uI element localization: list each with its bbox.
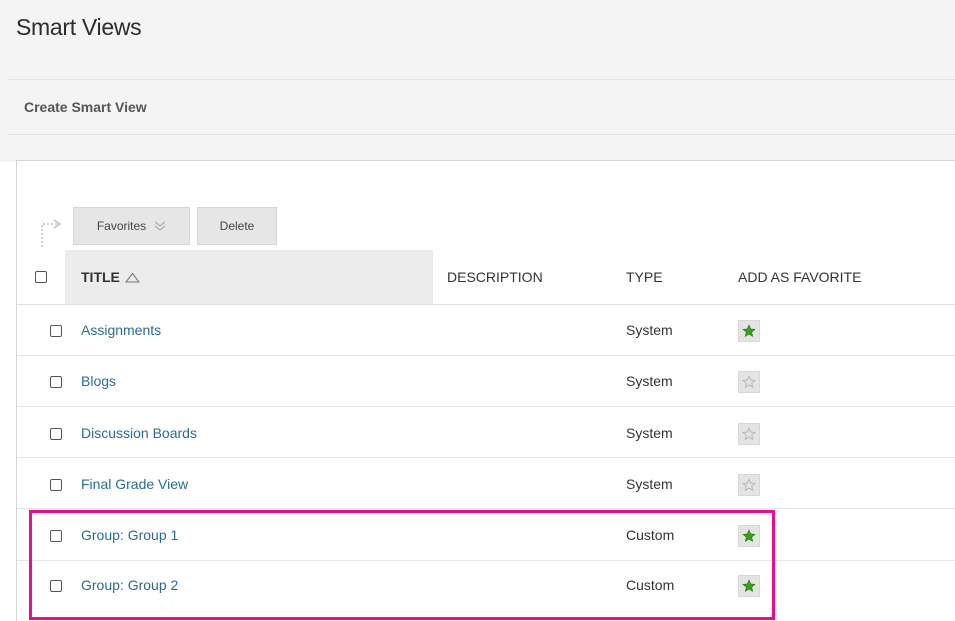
page-header-band	[0, 0, 955, 162]
favorite-toggle[interactable]	[738, 423, 760, 445]
header-divider	[17, 304, 955, 305]
page-title: Smart Views	[16, 14, 142, 40]
divider	[8, 79, 955, 80]
row-title-link[interactable]: Blogs	[81, 373, 116, 389]
row-type: System	[626, 373, 673, 389]
row-type: System	[626, 322, 673, 338]
star-icon	[742, 375, 756, 389]
custom-views-highlight	[29, 510, 775, 620]
favorites-button-label: Favorites	[96, 219, 147, 233]
row-type: System	[626, 476, 673, 492]
favorite-toggle[interactable]	[738, 320, 760, 342]
row-title-link[interactable]: Final Grade View	[81, 476, 188, 492]
row-title-link[interactable]: Assignments	[81, 322, 161, 338]
row-title-link[interactable]: Discussion Boards	[81, 425, 197, 441]
title-column-header[interactable]: TITLE	[81, 269, 140, 285]
row-checkbox[interactable]	[50, 479, 62, 491]
favorites-button[interactable]: Favorites	[73, 207, 190, 245]
create-smart-view-button[interactable]: Create Smart View	[24, 99, 147, 115]
favorite-toggle[interactable]	[738, 371, 760, 393]
type-column-header: TYPE	[626, 269, 663, 285]
sort-ascending-triangle-icon	[124, 272, 140, 283]
row-divider	[17, 406, 955, 407]
select-all-checkbox[interactable]	[35, 271, 47, 283]
row-type: System	[626, 425, 673, 441]
delete-button[interactable]: Delete	[197, 207, 277, 245]
double-chevron-down-icon	[154, 221, 166, 231]
row-checkbox[interactable]	[50, 428, 62, 440]
row-divider	[17, 355, 955, 356]
row-divider	[17, 457, 955, 458]
divider	[8, 134, 955, 135]
star-icon	[742, 478, 756, 492]
add-as-favorite-column-header: ADD AS FAVORITE	[738, 269, 862, 285]
star-icon	[742, 324, 756, 337]
row-checkbox[interactable]	[50, 325, 62, 337]
title-header-label: TITLE	[81, 269, 120, 285]
description-column-header: DESCRIPTION	[447, 269, 543, 285]
row-checkbox[interactable]	[50, 376, 62, 388]
row-divider	[17, 508, 955, 509]
star-icon	[742, 427, 756, 441]
favorite-toggle[interactable]	[738, 474, 760, 496]
bulk-action-arrow-icon	[41, 219, 62, 247]
